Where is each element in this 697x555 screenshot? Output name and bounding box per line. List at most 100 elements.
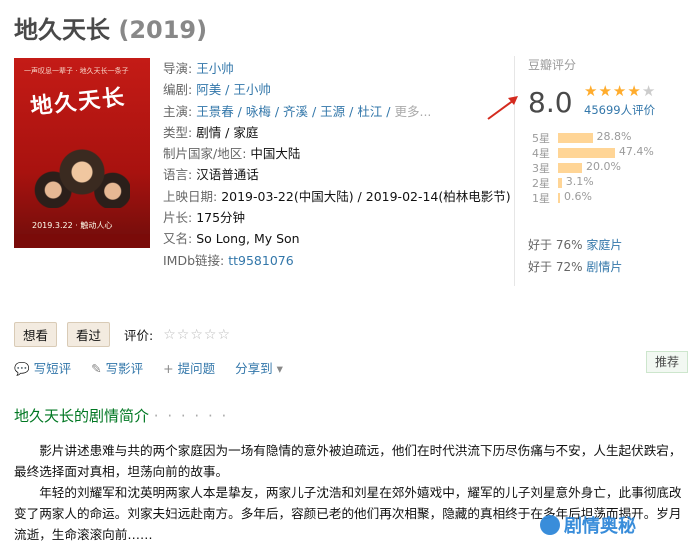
write-review-label: 写影评 [105,361,144,376]
info-row: 语言: 汉语普通话 [163,164,511,185]
summary-heading: 地久天长的剧情简介 · · · · · · [14,405,228,426]
rating-dist-row: 5星 28.8% [528,130,688,145]
genre-link[interactable]: 剧情片 [583,260,622,274]
rating-dist-label: 2星 [532,177,550,190]
rating-dist-pct: 20.0% [586,160,621,173]
rating-dist-label: 3星 [532,162,550,175]
pencil-icon: ✎ [91,361,102,376]
summary-paragraph-1: 影片讲述患难与共的两个家庭因为一场有隐情的意外被迫疏远，他们在时代洪流下历尽伤痛… [14,443,682,479]
rating-dist-pct: 47.4% [618,145,654,158]
toolbar: 💬 写短评 ✎ 写影评 + 提问题 分享到 ▾ [14,358,287,377]
watermark: 剧情奥秘 [540,512,636,538]
info-row: 编剧: 阿美 / 王小帅 [163,79,511,100]
info-label: 编剧: [163,82,197,98]
chat-icon: 💬 [14,361,30,376]
rating-dist-pct: 28.8% [596,130,632,143]
info-label: 主演: [163,103,197,119]
more-cast-link[interactable]: 更多... [394,104,431,119]
info-value: 汉语普通话 [196,167,259,183]
better-than-prefix: 好于 [528,260,556,274]
rating-stars: ★★★★★ [584,82,656,100]
movie-year: (2019) [118,16,208,44]
info-row: 主演: 王景春 / 咏梅 / 齐溪 / 王源 / 杜江 / 更多... [163,101,511,122]
info-row: 类型: 剧情 / 家庭 [163,122,511,143]
star-icon: ★ [641,82,657,100]
rating-score: 8.0 [528,86,573,119]
info-label: 类型: [163,124,197,140]
movie-poster[interactable]: 一声叹息一辈子 · 地久天长一条子 地久天长 2019.3.22 · 触动人心 [14,58,150,248]
summary-heading-dots: · · · · · · [153,407,229,425]
chevron-down-icon: ▾ [276,361,283,376]
star-icon: ★ [612,82,628,100]
rating-dist-bar [558,148,615,158]
info-label: 上映日期: [163,188,222,204]
rate-stars-input[interactable]: ☆☆☆☆☆ [163,327,231,343]
better-than: 好于 76% 家庭片 好于 72% 剧情片 [528,234,622,278]
info-value: So Long, My Son [196,231,300,247]
want-to-watch-button[interactable]: 想看 [14,322,58,347]
info-row: 导演: 王小帅 [163,58,511,79]
rating-dist-row: 2星 3.1% [528,175,688,190]
ask-question-label: 提问题 [177,361,216,376]
rating-distribution: 5星 28.8% 4星 47.4% 3星 20.0% 2星 3.1% 1星 0.6% [528,130,688,205]
vote-count-link[interactable]: 45699人评价 [584,102,655,118]
rating-dist-bar [558,133,593,143]
movie-title: 地久天长 [14,16,110,44]
poster-title-art: 地久天长 [29,85,128,120]
star-icon: ★ [627,82,642,100]
info-label: IMDb链接: [163,252,229,268]
write-review-link[interactable]: ✎ 写影评 [91,358,143,377]
info-row: 片长: 175分钟 [163,207,511,228]
info-label: 制片国家/地区: [163,146,251,162]
rating-dist-row: 3星 20.0% [528,160,688,175]
rating-dist-bar [558,193,560,203]
rating-dist-row: 4星 47.4% [528,145,688,160]
star-icon: ★ [584,82,599,100]
better-than-prefix: 好于 [528,238,556,252]
rating-dist-row: 1星 0.6% [528,190,688,205]
movie-info: 导演: 王小帅 编剧: 阿美 / 王小帅 主演: 王景春 / 咏梅 / 齐溪 / 王… [163,58,511,271]
info-value: 175分钟 [196,210,246,226]
better-than-row: 好于 76% 家庭片 [528,234,622,256]
info-value[interactable]: 阿美 / 王小帅 [196,82,271,97]
share-dropdown[interactable]: 分享到 ▾ [235,358,287,377]
rating-dist-bar [558,178,562,188]
plus-icon: + [163,361,174,376]
info-label: 片长: [163,210,197,226]
genre-link[interactable]: 家庭片 [583,238,622,252]
rate-label: 评价: [124,328,154,343]
info-label: 语言: [163,167,197,183]
rating-panel: 豆瓣评分 8.0 ★★★★★ 45699人评价 5星 28.8% 4星 47.4% 3星… [528,56,688,274]
info-value: 2019-03-22(中国大陆) / 2019-02-14(柏林电影节) [221,188,511,204]
ask-question-link[interactable]: + 提问题 [163,358,215,377]
write-short-review-label: 写短评 [33,361,72,376]
rating-dist-label: 1星 [532,192,550,205]
info-row: 又名: So Long, My Son [163,228,511,249]
info-label: 导演: [163,61,197,76]
star-icon: ★ [598,82,613,100]
info-value[interactable]: tt9581076 [228,253,293,268]
better-than-row: 好于 72% 剧情片 [528,256,622,278]
watched-button[interactable]: 看过 [67,322,111,347]
info-row: 制片国家/地区: 中国大陆 [163,143,511,164]
rating-dist-pct: 0.6% [564,190,592,203]
rating-dist-label: 4星 [532,147,550,160]
watermark-logo-icon [540,515,560,535]
rating-dist-label: 5星 [532,132,550,145]
info-row: IMDb链接: tt9581076 [163,250,511,271]
action-bar: 想看 看过 评价: ☆☆☆☆☆ [14,322,231,347]
write-short-review-link[interactable]: 💬 写短评 [14,358,71,377]
info-value[interactable]: 王小帅 [196,61,234,76]
summary-heading-text: 地久天长的剧情简介 [14,407,150,425]
info-value: 剧情 / 家庭 [196,124,259,140]
poster-strip [14,234,150,248]
poster-figures [34,148,130,208]
divider [514,56,515,286]
rating-dist-bar [558,163,582,173]
info-row: 上映日期: 2019-03-22(中国大陆) / 2019-02-14(柏林电影… [163,186,511,207]
recommend-button[interactable]: 推荐 [646,351,688,373]
page-title: 地久天长 (2019) [14,10,207,45]
info-value[interactable]: 王景春 / 咏梅 / 齐溪 / 王源 / 杜江 / [196,104,394,119]
poster-date: 2019.3.22 · 触动人心 [32,221,113,230]
info-label: 又名: [163,231,197,247]
